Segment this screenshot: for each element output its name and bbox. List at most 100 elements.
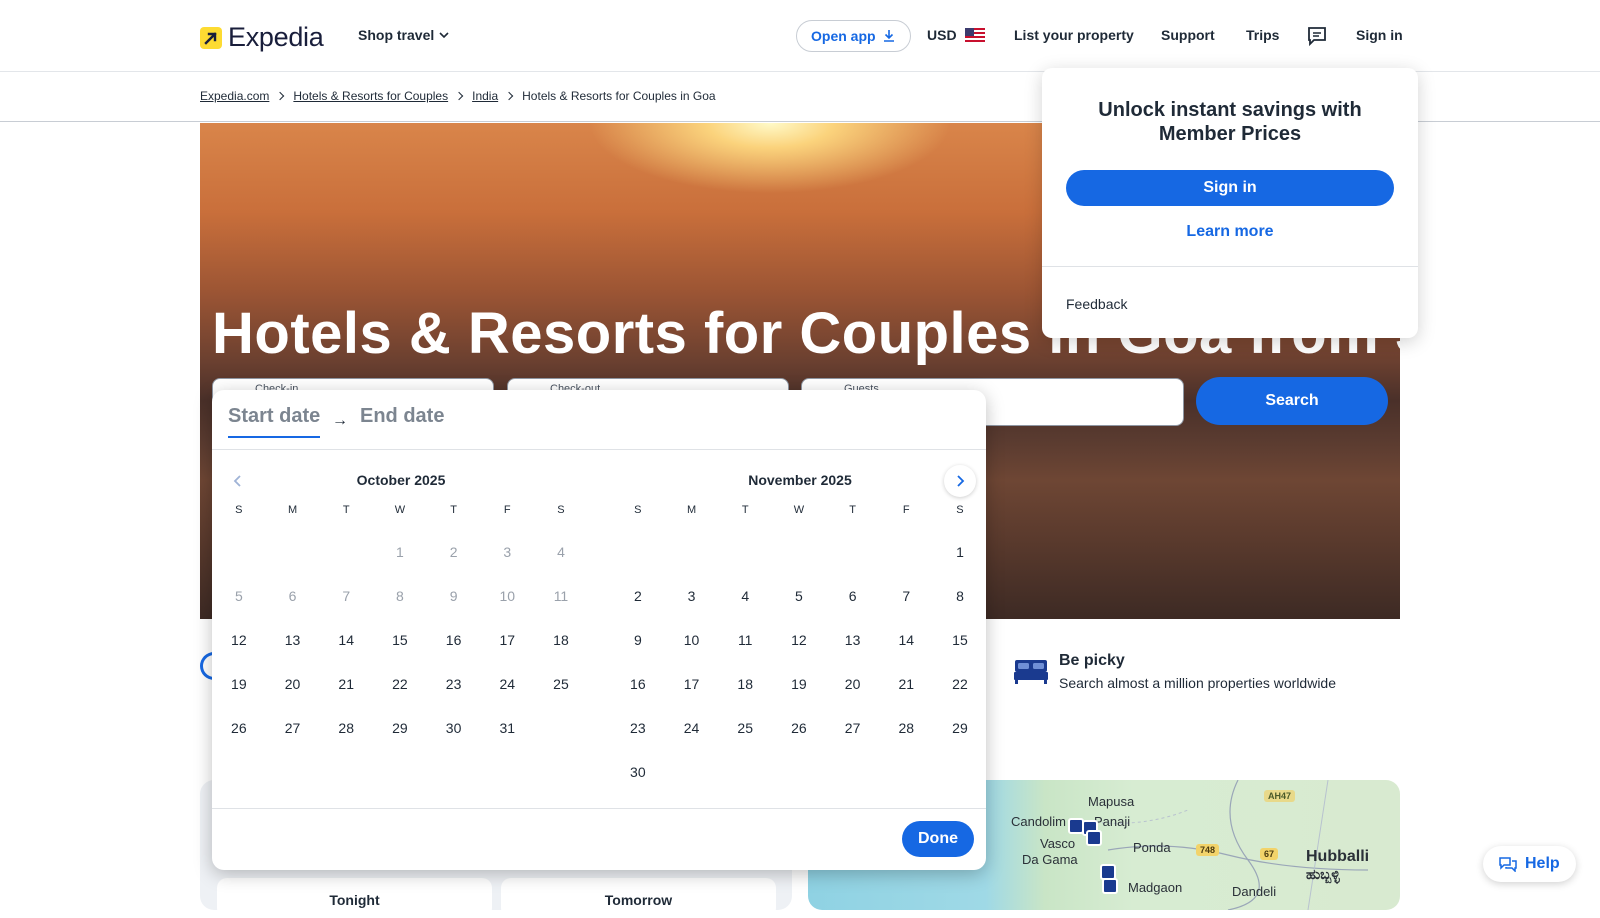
weekday-label: T: [849, 504, 856, 516]
calendar-day[interactable]: 10: [665, 618, 719, 662]
chevron-right-icon: [454, 91, 464, 101]
calendar-day[interactable]: 24: [665, 706, 719, 750]
calendar-day[interactable]: 28: [879, 706, 933, 750]
breadcrumb-link-couples[interactable]: Hotels & Resorts for Couples: [293, 89, 448, 103]
calendar-day: 4: [557, 544, 565, 560]
day-grid: 1 2 3 4 5 6 7 8 9 10 11 12 13 14 15 16 17 18 19 20 21 22 23 24 2…: [212, 530, 590, 750]
logo-text: Expedia: [228, 22, 324, 52]
help-button[interactable]: Help: [1483, 846, 1576, 882]
shop-travel-menu[interactable]: Shop travel: [358, 27, 450, 43]
calendar-day[interactable]: 27: [826, 706, 880, 750]
learn-more-link[interactable]: Learn more: [1042, 223, 1418, 241]
map-label-vasco: Vasco: [1040, 836, 1076, 851]
calendar-day[interactable]: 1: [933, 530, 987, 574]
calendar-day[interactable]: 5: [772, 574, 826, 618]
calendar-day[interactable]: 19: [212, 662, 266, 706]
calendar-day[interactable]: 22: [373, 662, 427, 706]
calendar-day[interactable]: 6: [826, 574, 880, 618]
calendar-day[interactable]: 17: [480, 618, 534, 662]
calendar-day[interactable]: 26: [212, 706, 266, 750]
feedback-link[interactable]: Feedback: [1066, 296, 1127, 312]
calendar-day[interactable]: 9: [611, 618, 665, 662]
start-date-tab[interactable]: Start date: [228, 405, 321, 438]
calendar-day[interactable]: 20: [266, 662, 320, 706]
open-app-button[interactable]: Open app: [796, 20, 911, 52]
calendar-day[interactable]: 29: [373, 706, 427, 750]
search-button[interactable]: Search: [1196, 377, 1388, 425]
list-property-link[interactable]: List your property: [1014, 27, 1134, 43]
weekday-label: F: [902, 504, 910, 516]
done-button[interactable]: Done: [902, 821, 974, 857]
calendar-day[interactable]: 28: [319, 706, 373, 750]
chat-bubbles-icon: [1499, 857, 1517, 872]
calendar-day[interactable]: 15: [933, 618, 987, 662]
tomorrow-button[interactable]: Tomorrow: [501, 878, 776, 918]
calendar-day[interactable]: 20: [826, 662, 880, 706]
calendar-day[interactable]: 15: [373, 618, 427, 662]
support-link[interactable]: Support: [1161, 27, 1215, 43]
empty-day-cell: [319, 530, 373, 574]
weekday-label: M: [287, 504, 298, 516]
calendar-day[interactable]: 2: [611, 574, 665, 618]
calendar-day[interactable]: 11: [718, 618, 772, 662]
chevron-right-icon: [276, 91, 285, 101]
calendar-day[interactable]: 16: [611, 662, 665, 706]
calendar-day[interactable]: 12: [212, 618, 266, 662]
breadcrumb-link-india[interactable]: India: [472, 89, 498, 103]
map-badge-748: 748: [1196, 844, 1220, 856]
calendar-day[interactable]: 31: [480, 706, 534, 750]
day-grid: 1 2 3 4 5 6 7 8 9 10 11 12 13 14 15 16 17 18 19 20 21 22 23 24 2…: [611, 530, 989, 794]
weekday-label: T: [741, 504, 749, 516]
calendar-day[interactable]: 27: [266, 706, 320, 750]
calendar-day[interactable]: 30: [611, 750, 665, 794]
calendar-day[interactable]: 24: [480, 662, 534, 706]
calendar-day[interactable]: 22: [933, 662, 987, 706]
member-prices-popup: Unlock instant savings with Member Price…: [1042, 68, 1418, 338]
calendar-day[interactable]: 30: [427, 706, 481, 750]
calendar-day: 2: [449, 544, 458, 560]
calendar-day[interactable]: 13: [826, 618, 880, 662]
chat-icon[interactable]: [1306, 25, 1328, 47]
weekday-label: W: [793, 504, 805, 516]
sign-in-link[interactable]: Sign in: [1356, 27, 1403, 43]
member-sign-in-button[interactable]: Sign in: [1066, 170, 1394, 206]
month-title: October 2025: [356, 472, 446, 488]
calendar-day[interactable]: 23: [611, 706, 665, 750]
calendar-day[interactable]: 14: [319, 618, 373, 662]
date-picker-footer: Done: [212, 808, 986, 870]
calendar-day[interactable]: 7: [879, 574, 933, 618]
breadcrumb-link-expedia[interactable]: Expedia.com: [200, 89, 269, 103]
calendar-day[interactable]: 21: [879, 662, 933, 706]
end-date-tab[interactable]: End date: [360, 405, 444, 428]
calendar-day[interactable]: 14: [879, 618, 933, 662]
calendar-day[interactable]: 4: [718, 574, 772, 618]
calendar-day[interactable]: 18: [534, 618, 588, 662]
calendar-day[interactable]: 16: [427, 618, 481, 662]
map-label-mapusa: Mapusa: [1088, 794, 1135, 809]
hotel-pin-icon[interactable]: [1086, 830, 1102, 846]
chevron-down-icon: [439, 32, 449, 39]
calendar-day[interactable]: 21: [319, 662, 373, 706]
hotel-pin-icon[interactable]: [1102, 878, 1118, 894]
calendar-day[interactable]: 26: [772, 706, 826, 750]
calendar-day[interactable]: 25: [718, 706, 772, 750]
top-header: Expedia Shop travel Open app USD List yo…: [0, 0, 1600, 72]
weekday-label: T: [342, 504, 350, 516]
calendar-day[interactable]: 12: [772, 618, 826, 662]
calendar-day[interactable]: 18: [718, 662, 772, 706]
weekday-label: W: [394, 504, 406, 516]
calendar-day[interactable]: 8: [933, 574, 987, 618]
expedia-logo[interactable]: Expedia: [200, 22, 324, 53]
map-label-hubballi: Hubballi: [1306, 848, 1370, 865]
empty-day-cell: [611, 530, 665, 574]
calendar-day[interactable]: 25: [534, 662, 588, 706]
calendar-day[interactable]: 3: [665, 574, 719, 618]
calendar-day[interactable]: 23: [427, 662, 481, 706]
currency-selector[interactable]: USD: [927, 27, 985, 43]
calendar-day[interactable]: 13: [266, 618, 320, 662]
tonight-button[interactable]: Tonight: [217, 878, 492, 918]
trips-link[interactable]: Trips: [1246, 27, 1279, 43]
calendar-day[interactable]: 19: [772, 662, 826, 706]
calendar-day[interactable]: 29: [933, 706, 987, 750]
calendar-day[interactable]: 17: [665, 662, 719, 706]
